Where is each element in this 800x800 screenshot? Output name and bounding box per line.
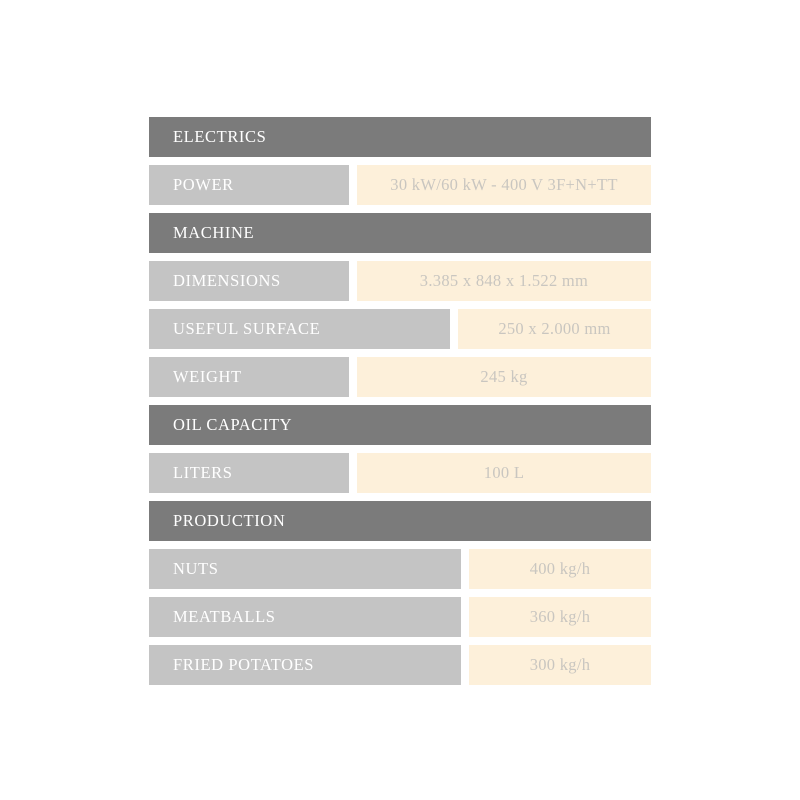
spec-label-text: WEIGHT	[173, 367, 242, 386]
section-title: ELECTRICS	[173, 127, 267, 146]
spec-label-text: USEFUL SURFACE	[173, 319, 321, 338]
spec-row: DIMENSIONS 3.385 x 848 x 1.522 mm	[149, 261, 651, 301]
spec-value-cell: 30 kW/60 kW - 400 V 3F+N+TT	[357, 165, 651, 205]
section-header-oil-capacity: OIL CAPACITY	[149, 405, 651, 445]
spec-value-cell: 400 kg/h	[469, 549, 651, 589]
spec-value-cell: 250 x 2.000 mm	[458, 309, 651, 349]
spec-value-text: 30 kW/60 kW - 400 V 3F+N+TT	[390, 175, 618, 194]
spec-value-cell: 360 kg/h	[469, 597, 651, 637]
spec-value-text: 100 L	[483, 463, 525, 482]
spec-label-cell: WEIGHT	[149, 357, 349, 397]
spec-row: NUTS 400 kg/h	[149, 549, 651, 589]
spec-value-cell: 3.385 x 848 x 1.522 mm	[357, 261, 651, 301]
spec-label-text: MEATBALLS	[173, 607, 276, 626]
spec-label-cell: DIMENSIONS	[149, 261, 349, 301]
spec-row: FRIED POTATOES 300 kg/h	[149, 645, 651, 685]
section-title: OIL CAPACITY	[173, 415, 293, 434]
section-title: MACHINE	[173, 223, 255, 242]
spec-label-text: LITERS	[173, 463, 233, 482]
spec-label-text: POWER	[173, 175, 234, 194]
specifications-table: ELECTRICS POWER 30 kW/60 kW - 400 V 3F+N+T…	[149, 117, 651, 693]
spec-value-cell: 300 kg/h	[469, 645, 651, 685]
spec-value-text: 245 kg	[480, 367, 528, 386]
spec-label-cell: USEFUL SURFACE	[149, 309, 450, 349]
spec-value-text: 300 kg/h	[529, 655, 591, 674]
spec-row: WEIGHT 245 kg	[149, 357, 651, 397]
spec-value-text: 360 kg/h	[529, 607, 591, 626]
section-header-production: PRODUCTION	[149, 501, 651, 541]
spec-value-cell: 245 kg	[357, 357, 651, 397]
spec-label-cell: NUTS	[149, 549, 461, 589]
spec-value-text: 3.385 x 848 x 1.522 mm	[419, 271, 589, 290]
spec-row: POWER 30 kW/60 kW - 400 V 3F+N+TT	[149, 165, 651, 205]
spec-label-cell: POWER	[149, 165, 349, 205]
spec-label-cell: MEATBALLS	[149, 597, 461, 637]
spec-label-cell: FRIED POTATOES	[149, 645, 461, 685]
spec-label-cell: LITERS	[149, 453, 349, 493]
spec-value-text: 400 kg/h	[529, 559, 591, 578]
section-header-electrics: ELECTRICS	[149, 117, 651, 157]
section-title: PRODUCTION	[173, 511, 286, 530]
spec-row: LITERS 100 L	[149, 453, 651, 493]
spec-value-cell: 100 L	[357, 453, 651, 493]
section-header-machine: MACHINE	[149, 213, 651, 253]
spec-label-text: DIMENSIONS	[173, 271, 281, 290]
spec-value-text: 250 x 2.000 mm	[498, 319, 611, 338]
spec-row: MEATBALLS 360 kg/h	[149, 597, 651, 637]
spec-row: USEFUL SURFACE 250 x 2.000 mm	[149, 309, 651, 349]
spec-label-text: FRIED POTATOES	[173, 655, 315, 674]
spec-label-text: NUTS	[173, 559, 219, 578]
